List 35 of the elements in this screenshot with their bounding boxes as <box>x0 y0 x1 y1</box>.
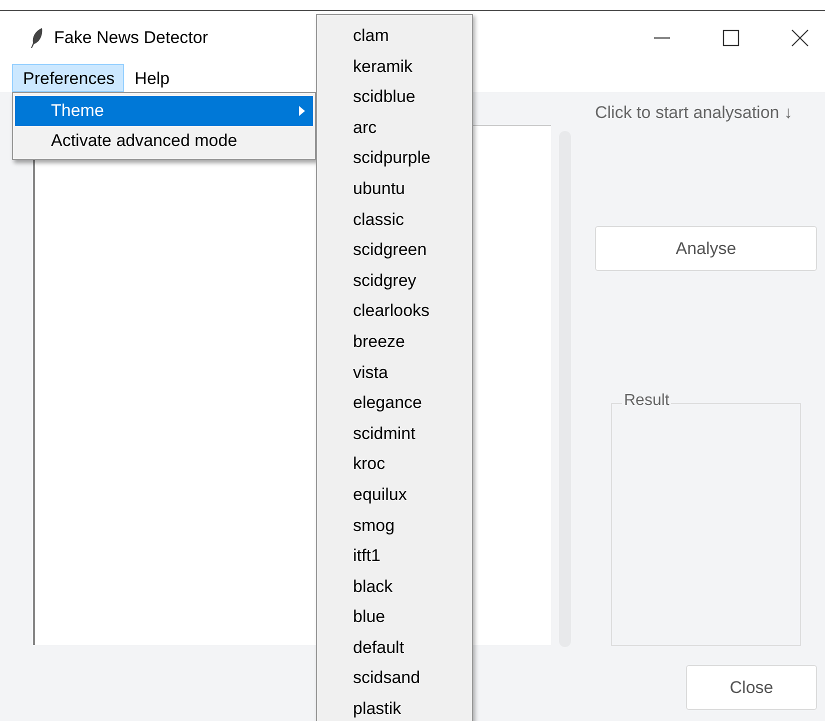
theme-menu-item[interactable]: keramik <box>317 52 472 82</box>
theme-menu-item[interactable]: itft1 <box>317 541 472 572</box>
window-title: Fake News Detector <box>54 28 208 48</box>
menu-item[interactable]: Activate advanced mode <box>15 126 313 156</box>
menu-bar-item[interactable]: Preferences <box>12 64 124 92</box>
theme-menu-item[interactable]: classic <box>317 204 472 236</box>
theme-menu-item[interactable]: vista <box>317 358 472 388</box>
hint-text: Click to start analysation ↓ <box>595 103 792 123</box>
maximize-icon[interactable] <box>722 28 740 46</box>
theme-menu-item[interactable]: arc <box>317 112 472 144</box>
feather-icon <box>30 26 44 48</box>
theme-menu-item[interactable]: breeze <box>317 326 472 358</box>
analyse-button[interactable]: Analyse <box>595 226 817 271</box>
theme-menu-item[interactable]: scidgreen <box>317 235 472 266</box>
theme-menu-item[interactable]: black <box>317 572 472 602</box>
theme-menu-item[interactable]: kroc <box>317 449 472 480</box>
menu-item[interactable]: Theme <box>15 96 313 126</box>
theme-menu-item[interactable]: clearlooks <box>317 296 472 327</box>
theme-menu-item[interactable]: scidgrey <box>317 266 472 296</box>
theme-menu-item[interactable]: equilux <box>317 480 472 510</box>
theme-menu-item[interactable]: clam <box>317 21 472 52</box>
theme-menu-item[interactable]: blue <box>317 602 472 633</box>
close-button[interactable]: Close <box>686 665 817 710</box>
theme-menu-item[interactable]: scidblue <box>317 82 472 113</box>
theme-menu-item[interactable]: scidmint <box>317 418 472 450</box>
close-icon[interactable] <box>791 28 809 46</box>
theme-menu-item[interactable]: smog <box>317 510 472 542</box>
theme-menu-item[interactable]: elegance <box>317 388 472 419</box>
theme-menu-item[interactable]: plastik <box>317 694 472 721</box>
theme-menu-item[interactable]: scidsand <box>317 663 472 694</box>
menu-bar-item[interactable]: Help <box>124 64 179 92</box>
submenu-arrow-icon <box>299 106 305 116</box>
theme-menu-item[interactable]: ubuntu <box>317 174 472 205</box>
theme-menu-item[interactable]: default <box>317 632 472 664</box>
theme-menu-item[interactable]: scidpurple <box>317 143 472 174</box>
